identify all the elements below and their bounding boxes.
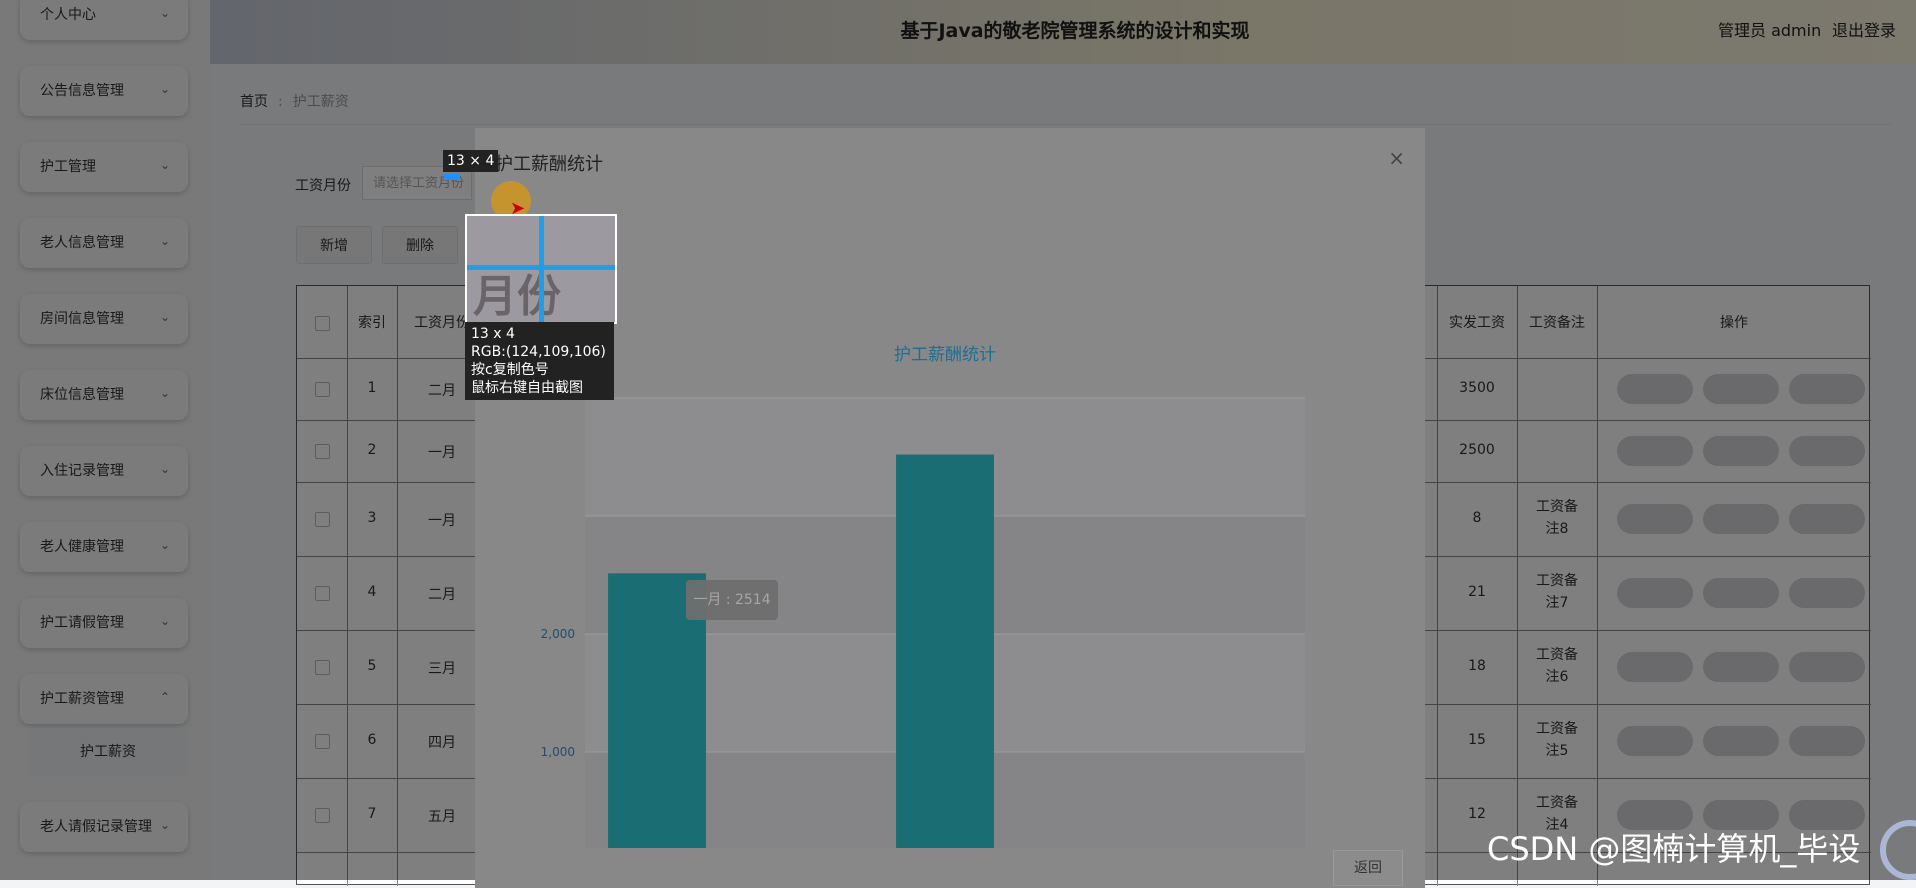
salary-bar-chart: 护工薪酬统计 一月三月二月五月四月01,0002,000: [541, 345, 1305, 848]
capture-info-size: 13 x 4: [471, 326, 515, 342]
close-icon[interactable]: ×: [1388, 146, 1405, 170]
capture-info-panel: 13 x 4 RGB:(124,109,106) 按c复制色号 鼠标右键自由截图: [465, 322, 614, 400]
salary-stats-dialog: 护工薪酬统计 × 护工薪酬统计 一月三月二月五月四月01,0002,000 一月…: [475, 128, 1425, 888]
capture-info-rightclick-hint: 鼠标右键自由截图: [471, 380, 583, 396]
y-tick-label: 1,000: [541, 745, 575, 759]
capture-magnifier: 月份: [465, 214, 617, 324]
y-tick-label: 2,000: [541, 627, 575, 641]
chart-title: 护工薪酬统计: [894, 345, 996, 365]
capture-info-rgb: RGB:(124,109,106): [471, 344, 606, 360]
capture-info-copy-hint: 按c复制色号: [471, 362, 549, 378]
bar-3: [896, 454, 994, 848]
back-button[interactable]: 返回: [1333, 850, 1403, 886]
capture-size-tag: 13 × 4: [443, 150, 499, 172]
magnifier-crosshair-horizontal: [467, 265, 615, 270]
chart-tooltip: 一月 : 2514: [686, 580, 778, 620]
capture-selection-box[interactable]: [444, 174, 459, 180]
csdn-watermark: CSDN @图楠计算机_毕设: [1487, 830, 1861, 868]
dialog-title: 护工薪酬统计: [495, 154, 603, 175]
